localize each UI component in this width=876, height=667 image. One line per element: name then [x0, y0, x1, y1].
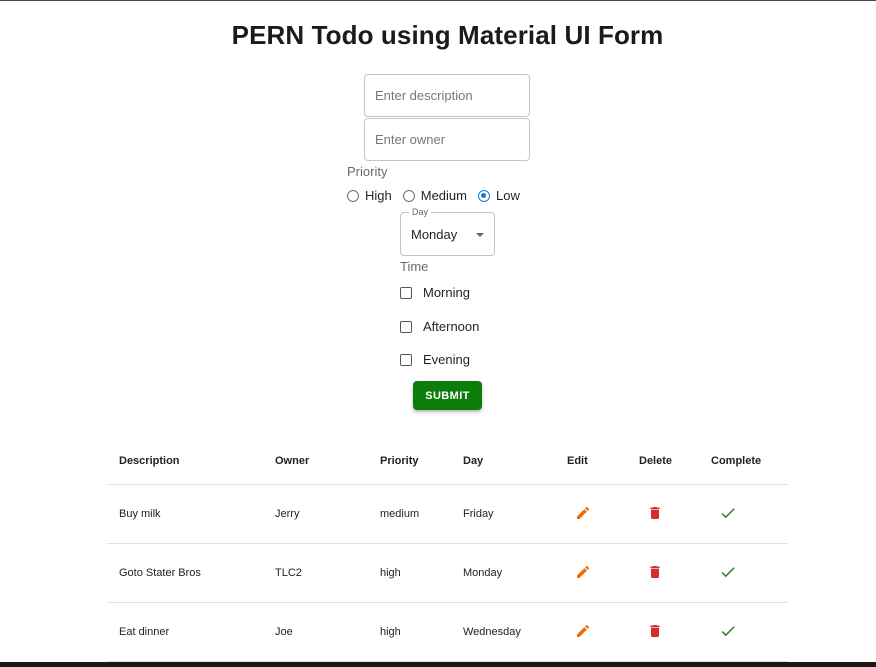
table-row: Goto Stater Bros TLC2 high Monday — [107, 543, 788, 603]
header-complete: Complete — [699, 438, 788, 485]
table-row: Eat dinner Joe high Wednesday — [107, 602, 788, 662]
bottom-border — [0, 662, 876, 667]
priority-radio-label: Low — [496, 188, 520, 203]
radio-unchecked-icon[interactable] — [347, 189, 359, 202]
cell-edit — [555, 543, 627, 603]
time-checkbox-afternoon[interactable]: Afternoon — [400, 319, 479, 334]
time-checkbox-morning[interactable]: Morning — [400, 285, 470, 300]
cell-owner: Jerry — [263, 484, 368, 544]
priority-radio-high[interactable]: High — [345, 188, 392, 203]
header-delete: Delete — [627, 438, 699, 485]
cell-delete — [627, 484, 699, 544]
trash-icon[interactable] — [647, 564, 663, 580]
check-icon[interactable] — [719, 504, 737, 522]
header-priority: Priority — [368, 438, 451, 485]
description-field[interactable] — [364, 74, 530, 117]
trash-icon[interactable] — [647, 623, 663, 639]
cell-edit — [555, 484, 627, 544]
day-select-label: Day — [409, 207, 432, 217]
todo-table: Description Owner Priority Day Edit Dele… — [107, 438, 788, 662]
radio-checked-icon[interactable] — [478, 189, 490, 202]
radio-unchecked-icon[interactable] — [402, 189, 415, 202]
pencil-icon[interactable] — [575, 623, 591, 639]
priority-radio-medium[interactable]: Medium — [401, 188, 467, 203]
time-label: Time — [400, 259, 429, 274]
checkbox-label: Evening — [423, 352, 470, 367]
header-edit: Edit — [555, 438, 627, 485]
cell-delete — [627, 602, 699, 662]
checkbox-unchecked-icon[interactable] — [400, 320, 412, 333]
header-description: Description — [107, 438, 263, 485]
submit-button[interactable]: SUBMIT — [413, 381, 482, 410]
priority-radio-label: Medium — [420, 188, 467, 203]
owner-input[interactable] — [365, 119, 529, 160]
priority-radio-label: High — [365, 188, 392, 203]
cell-priority: high — [368, 543, 451, 603]
cell-complete — [699, 543, 788, 603]
checkbox-label: Afternoon — [423, 319, 480, 334]
owner-field[interactable] — [364, 118, 530, 161]
header-owner: Owner — [263, 438, 368, 485]
trash-icon[interactable] — [647, 505, 663, 521]
cell-description: Goto Stater Bros — [107, 543, 263, 603]
time-checkbox-evening[interactable]: Evening — [400, 352, 470, 367]
day-select[interactable]: Day Monday — [400, 207, 495, 256]
cell-priority: high — [368, 602, 451, 662]
checkbox-unchecked-icon[interactable] — [400, 353, 412, 366]
top-border — [0, 0, 876, 1]
header-day: Day — [451, 438, 555, 485]
cell-day: Wednesday — [451, 602, 555, 662]
page-title: PERN Todo using Material UI Form — [231, 20, 664, 50]
dropdown-arrow-icon[interactable] — [476, 233, 484, 237]
priority-radio-group: High Medium Low — [345, 188, 529, 203]
cell-priority: medium — [368, 484, 451, 544]
cell-edit — [555, 602, 627, 662]
cell-owner: Joe — [263, 602, 368, 662]
cell-delete — [627, 543, 699, 603]
description-input[interactable] — [365, 75, 529, 116]
checkbox-label: Morning — [423, 285, 470, 300]
priority-label: Priority — [347, 164, 388, 179]
check-icon[interactable] — [719, 622, 737, 640]
cell-day: Monday — [451, 543, 555, 603]
check-icon[interactable] — [719, 563, 737, 581]
table-header-row: Description Owner Priority Day Edit Dele… — [107, 438, 788, 485]
checkbox-unchecked-icon[interactable] — [400, 286, 412, 299]
pencil-icon[interactable] — [575, 505, 591, 521]
cell-complete — [699, 484, 788, 544]
cell-description: Eat dinner — [107, 602, 263, 662]
table-row: Buy milk Jerry medium Friday — [107, 484, 788, 544]
cell-complete — [699, 602, 788, 662]
cell-day: Friday — [451, 484, 555, 544]
cell-description: Buy milk — [107, 484, 263, 544]
cell-owner: TLC2 — [263, 543, 368, 603]
day-select-value: Monday — [411, 227, 458, 242]
priority-radio-low[interactable]: Low — [476, 188, 520, 203]
pencil-icon[interactable] — [575, 564, 591, 580]
